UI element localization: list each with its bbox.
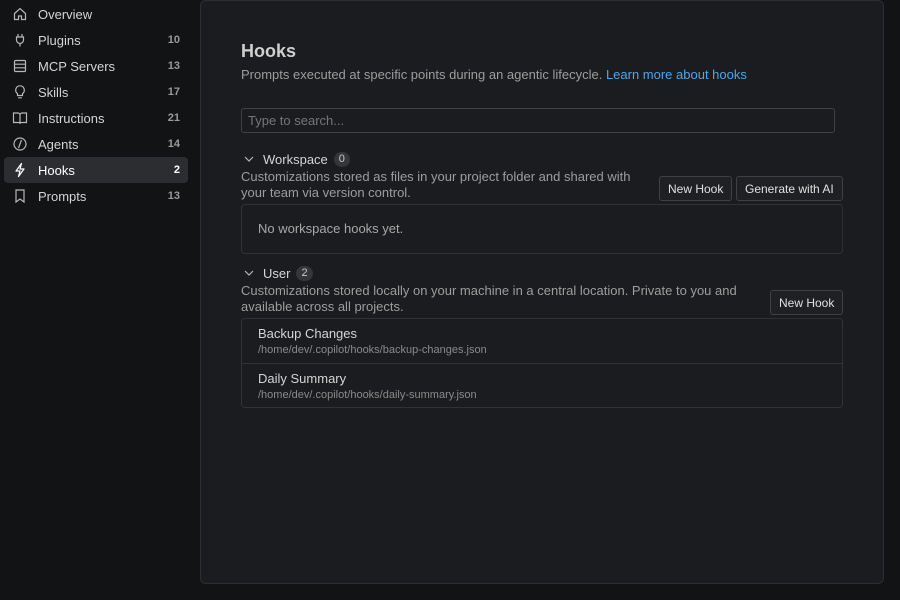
- learn-more-link[interactable]: Learn more about hooks: [606, 67, 747, 82]
- hook-name: Backup Changes: [258, 326, 358, 341]
- sidebar-item-agents[interactable]: Agents 14: [4, 131, 188, 157]
- sidebar-item-label: MCP Servers: [38, 58, 116, 74]
- sidebar-item-label: Overview: [38, 6, 93, 22]
- bookmark-icon: [12, 188, 28, 204]
- subtitle-text: Prompts executed at specific points duri…: [241, 67, 603, 82]
- sidebar-item-label: Hooks: [38, 162, 75, 178]
- sidebar-item-label: Agents: [38, 136, 79, 152]
- count-badge: 2: [296, 265, 313, 281]
- hook-row[interactable]: Backup Changes /home/dev/.copilot/hooks/…: [242, 319, 842, 364]
- lightbulb-icon: [12, 84, 28, 100]
- page-subtitle: Prompts executed at specific points duri…: [241, 67, 747, 82]
- hook-path: /home/dev/.copilot/hooks/daily-summary.j…: [258, 389, 477, 401]
- section-description: Customizations stored locally on your ma…: [241, 283, 737, 314]
- sidebar-item-label: Prompts: [38, 188, 87, 204]
- user-hooks-list: Backup Changes /home/dev/.copilot/hooks/…: [241, 318, 843, 408]
- section-title: Workspace: [263, 151, 328, 167]
- hook-path: /home/dev/.copilot/hooks/backup-changes.…: [258, 344, 487, 356]
- chevron-down-icon: [243, 267, 255, 279]
- sidebar-item-label: Plugins: [38, 32, 81, 48]
- sidebar-item-overview[interactable]: Overview: [4, 1, 188, 27]
- sidebar-item-count: 17: [167, 86, 180, 98]
- new-hook-button[interactable]: New Hook: [659, 176, 733, 201]
- chevron-down-icon: [243, 153, 255, 165]
- main-panel: Hooks Prompts executed at specific point…: [200, 0, 884, 584]
- generate-with-ai-button[interactable]: Generate with AI: [736, 176, 843, 201]
- sidebar-item-instructions[interactable]: Instructions 21: [4, 105, 188, 131]
- sidebar-item-label: Instructions: [38, 110, 105, 126]
- sidebar-item-hooks[interactable]: Hooks 2: [4, 157, 188, 183]
- hook-row[interactable]: Daily Summary /home/dev/.copilot/hooks/d…: [242, 364, 842, 408]
- sidebar-item-prompts[interactable]: Prompts 13: [4, 183, 188, 209]
- plug-icon: [12, 32, 28, 48]
- server-icon: [12, 58, 28, 74]
- section-title: User: [263, 265, 291, 281]
- sidebar-item-count: 13: [167, 190, 180, 202]
- search-input[interactable]: [241, 108, 835, 133]
- sidebar-item-mcp-servers[interactable]: MCP Servers 13: [4, 53, 188, 79]
- sidebar-item-count: 2: [173, 164, 180, 176]
- workspace-section-toggle[interactable]: Workspace 0: [243, 150, 350, 168]
- sidebar: Overview Plugins 10 MCP Servers 13 Skill…: [0, 0, 200, 600]
- sidebar-item-count: 13: [167, 60, 180, 72]
- home-icon: [12, 6, 28, 22]
- count-badge: 0: [333, 151, 350, 167]
- book-icon: [12, 110, 28, 126]
- new-hook-button[interactable]: New Hook: [770, 290, 844, 315]
- sidebar-item-count: 14: [167, 138, 180, 150]
- sidebar-item-label: Skills: [38, 84, 69, 100]
- lightning-icon: [12, 162, 28, 178]
- agent-icon: [12, 136, 28, 152]
- sidebar-item-skills[interactable]: Skills 17: [4, 79, 188, 105]
- page-title: Hooks: [241, 41, 297, 61]
- empty-state-text: No workspace hooks yet.: [258, 221, 404, 236]
- sidebar-item-count: 10: [167, 34, 180, 46]
- user-section-toggle[interactable]: User 2: [243, 264, 313, 282]
- workspace-hooks-list: No workspace hooks yet.: [241, 204, 843, 254]
- hook-name: Daily Summary: [258, 371, 347, 386]
- section-description: Customizations stored as files in your p…: [241, 169, 631, 200]
- sidebar-item-plugins[interactable]: Plugins 10: [4, 27, 188, 53]
- sidebar-item-count: 21: [167, 112, 180, 124]
